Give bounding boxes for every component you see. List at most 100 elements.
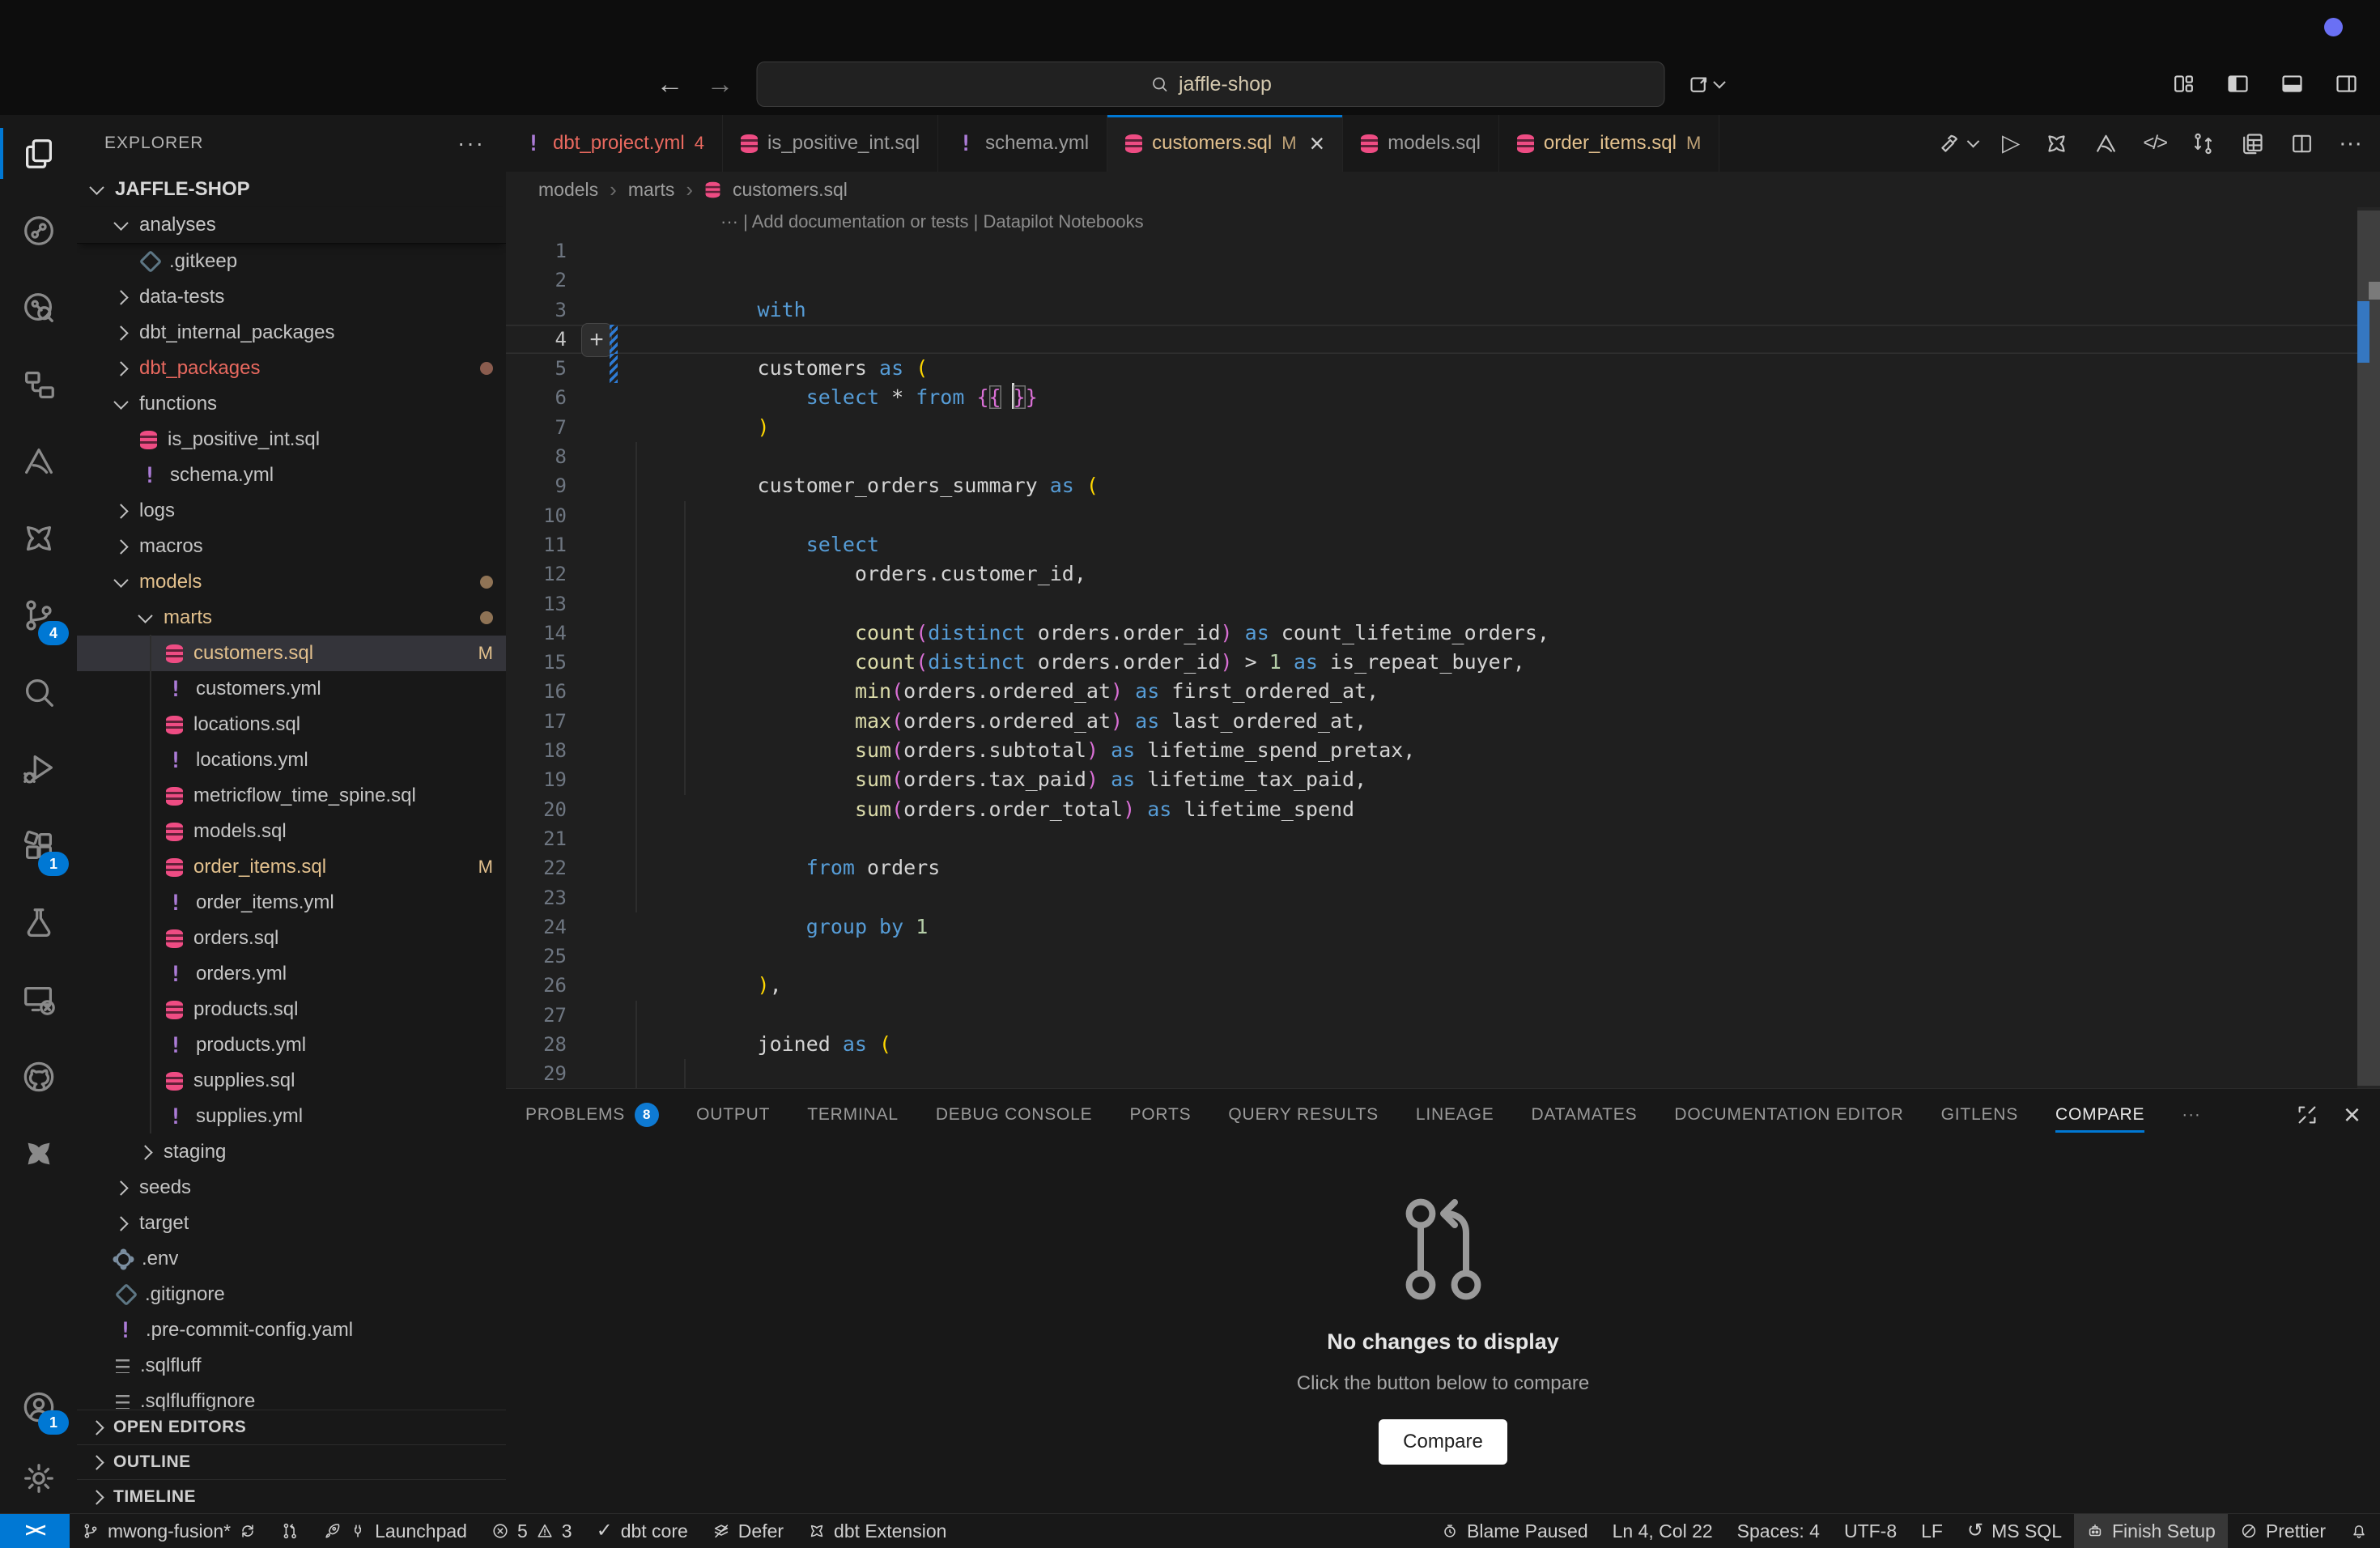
tree-item[interactable]: ! .gitkeep [77,244,506,279]
code-line[interactable]: 14 + min(orders.ordered_at) as first_ord… [506,619,2380,648]
breadcrumb-file[interactable]: customers.sql [733,179,848,201]
breadcrumb[interactable]: models › marts › customers.sql [506,172,2380,207]
run-icon[interactable]: ▷ [2002,132,2020,155]
encoding-item[interactable]: UTF-8 [1832,1514,1909,1548]
code-line[interactable]: 5 + ) [506,354,2380,383]
sidebar-section-header[interactable]: TIMELINE [77,1479,506,1514]
eol-item[interactable]: LF [1909,1514,1955,1548]
tree-item[interactable]: ! locations.sql [77,707,506,742]
tree-item[interactable]: ! JAFFLE-SHOP [77,172,506,207]
code-line[interactable]: 18 + sum(orders.order_total) as lifetime… [506,736,2380,765]
code-line[interactable]: 21 + [506,824,2380,853]
panel-tab[interactable]: TERMINAL [807,1089,899,1141]
tree-item[interactable]: ! .sqlfluff [77,1348,506,1384]
codelens[interactable]: ··· | Add documentation or tests | Datap… [506,207,2380,236]
panel-tab[interactable]: DOCUMENTATION EDITOR [1674,1089,1903,1141]
flowchart-icon[interactable] [0,346,77,423]
sidebar-more-icon[interactable]: ··· [457,130,485,156]
tree-item[interactable]: ! is_positive_int.sql [77,422,506,457]
language-mode-item[interactable]: ↺ MS SQL [1955,1514,2074,1548]
command-center-search[interactable]: jaffle-shop [757,62,1665,107]
split-editor-icon[interactable] [2289,131,2314,156]
dbt-core-item[interactable]: ✓ dbt core [584,1514,700,1548]
tree-item[interactable]: ! supplies.yml [77,1099,506,1134]
editor-tab[interactable]: ! is_positive_int.sql × [723,115,938,172]
sidebar-section-header[interactable]: OUTLINE [77,1444,506,1479]
back-icon[interactable]: ← [657,70,684,98]
tree-item[interactable]: ! data-tests [77,279,506,315]
panel-tab[interactable]: DEBUG CONSOLE [936,1089,1093,1141]
git-compare-icon[interactable] [2191,131,2216,156]
tree-item[interactable]: ! orders.sql [77,921,506,956]
lineage-graph-icon[interactable] [0,192,77,269]
test-flask-icon[interactable] [0,884,77,961]
tree-item[interactable]: ! marts [77,600,506,636]
finish-setup-item[interactable]: Finish Setup [2074,1514,2228,1548]
tree-item[interactable]: ! locations.yml [77,742,506,778]
code-line[interactable]: 2 + [506,266,2380,295]
dbt-power-user-filled-icon[interactable] [0,1115,77,1192]
code-line[interactable]: 3 + customers as ( [506,296,2380,325]
toggle-secondary-sidebar-icon[interactable] [2334,71,2359,96]
more-actions-icon[interactable]: ··· [2339,132,2362,155]
tree-item[interactable]: ! analyses [77,207,506,244]
code-line[interactable]: 10 + orders.customer_id, [506,501,2380,530]
sidebar-section-header[interactable]: OPEN EDITORS [77,1410,506,1444]
panel-tab[interactable]: ··· [2182,1089,2200,1141]
tree-item[interactable]: ! functions [77,386,506,422]
editor-tab[interactable]: ! schema.yml × [938,115,1107,172]
editor-tab[interactable]: ! dbt_project.yml 4 × [506,115,723,172]
tree-item[interactable]: ! products.yml [77,1027,506,1063]
launchpad-item[interactable]: Launchpad [311,1514,479,1548]
tree-item[interactable]: ! logs [77,493,506,529]
editor-tab[interactable]: ! order_items.sql M × [1499,115,1719,172]
tree-item[interactable]: ! .pre-commit-config.yaml [77,1312,506,1348]
explorer-icon[interactable] [0,115,77,192]
code-line[interactable]: 1 + with [506,236,2380,266]
code-line[interactable]: 19 + [506,765,2380,794]
maximize-panel-icon[interactable] [2295,1103,2319,1127]
tree-item[interactable]: ! supplies.sql [77,1063,506,1099]
tree-item[interactable]: ! products.sql [77,992,506,1027]
dbt-power-user-icon[interactable] [2044,131,2069,156]
tree-item[interactable]: ! metricflow_time_spine.sql [77,778,506,814]
code-line[interactable]: 22 + group by 1 [506,853,2380,882]
tree-item[interactable]: ! models [77,564,506,600]
code-line[interactable]: 11 + [506,530,2380,559]
customize-layout-icon[interactable] [2171,71,2196,96]
code-editor[interactable]: ··· | Add documentation or tests | Datap… [506,207,2380,1089]
panel-tab[interactable]: DATAMATES [1532,1089,1638,1141]
tree-item[interactable]: ! models.sql [77,814,506,849]
code-icon[interactable]: </> [2143,134,2166,153]
breadcrumb-folder[interactable]: models [538,179,598,201]
toggle-panel-icon[interactable] [2280,71,2305,96]
panel-tab[interactable]: QUERY RESULTS [1228,1089,1378,1141]
blame-item[interactable]: Blame Paused [1429,1514,1600,1548]
close-icon[interactable]: × [1310,130,1325,156]
datafold-icon[interactable] [2093,131,2119,156]
run-debug-icon[interactable] [0,730,77,807]
gutter-add-icon[interactable]: + [581,323,612,357]
git-branch-item[interactable]: mwong-fusion* [70,1514,269,1548]
layout-move-icon[interactable] [1688,72,1724,96]
source-control-icon[interactable]: 4 [0,576,77,653]
breadcrumb-folder[interactable]: marts [628,179,675,201]
code-line[interactable]: 28 + select [506,1030,2380,1059]
tree-item[interactable]: ! staging [77,1134,506,1170]
code-line[interactable]: 20 + from orders [506,795,2380,824]
remote-indicator[interactable]: >< [0,1514,70,1548]
tree-item[interactable]: ! customers.sql M [77,636,506,671]
tree-item[interactable]: ! customers.yml [77,671,506,707]
tree-item[interactable]: ! order_items.sql M [77,849,506,885]
dbt-extension-item[interactable]: dbt Extension [796,1514,958,1548]
tree-item[interactable]: ! dbt_packages [77,351,506,386]
editor-tab[interactable]: ! models.sql × [1343,115,1499,172]
account-icon[interactable]: 1 [0,1372,77,1443]
code-line[interactable]: 29 + customers.*, [506,1059,2380,1088]
settings-gear-icon[interactable] [0,1443,77,1514]
code-line[interactable]: 24 + ), [506,912,2380,942]
tree-item[interactable]: ! .env [77,1241,506,1277]
pull-request-item[interactable] [269,1514,311,1548]
panel-tab[interactable]: PORTS [1129,1089,1191,1141]
panel-tab[interactable]: LINEAGE [1416,1089,1494,1141]
